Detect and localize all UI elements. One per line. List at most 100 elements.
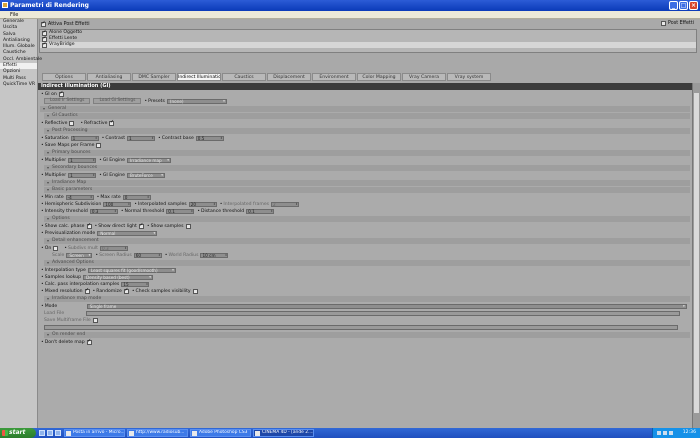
menu-file[interactable]: File (10, 12, 18, 18)
subdivs-mult-field[interactable]: 0.3 ⇕ (99, 245, 128, 251)
sidebar-item-quicktime-vr[interactable]: QuickTime VR (0, 82, 37, 88)
windows-logo-icon (2, 430, 8, 436)
task-button-browser[interactable]: http://www.radiosub... (127, 429, 188, 437)
section-post-processing[interactable]: Post Processing (44, 128, 690, 134)
title-bar[interactable]: Parametri di Rendering _ □ × (0, 0, 700, 11)
mail-icon (66, 431, 71, 436)
post-effects-button[interactable]: Post Effetti (661, 21, 694, 26)
section-secondary-bounces[interactable]: Secondary bounces (44, 165, 690, 171)
task-button-photoshop[interactable]: Adobe Photoshop CS3 (190, 429, 251, 437)
close-button[interactable]: × (689, 1, 698, 10)
tab-color-mapping[interactable]: Color Mapping (357, 73, 401, 81)
show-samples-checkbox[interactable] (185, 223, 191, 229)
saturation-field[interactable]: 1 ⇕ (70, 135, 99, 141)
load-file-field[interactable] (86, 310, 680, 316)
task-button-cinema4d[interactable]: CINEMA 4D - [ande 2.... (253, 429, 314, 437)
tab-vray-system[interactable]: Vray system (447, 73, 491, 81)
tab-indirect-illumination[interactable]: Indirect Illumination (GI) (177, 73, 221, 81)
gi-on-checkbox[interactable] (58, 90, 64, 97)
primary-engine-dropdown[interactable]: Irradiance map ▾ (126, 157, 171, 163)
tray-icon[interactable] (663, 431, 667, 435)
section-on-render-end[interactable]: On render end (44, 332, 690, 338)
randomize-checkbox[interactable] (123, 287, 129, 294)
interp-samples-label: Interpolated samples (138, 201, 187, 207)
tray-icon[interactable] (669, 431, 673, 435)
section-primary-bounces[interactable]: Primary bounces (44, 150, 690, 156)
threshold-row: • Intensity threshold 0.3 ⇕ • Normal thresh… (41, 208, 275, 214)
contrast-base-field[interactable]: 0.5 ⇕ (195, 135, 224, 141)
vertical-scrollbar[interactable] (692, 83, 700, 428)
section-basic-parameters[interactable]: Basic parameters (44, 187, 690, 193)
interp-frames-field[interactable]: 2 ⇕ (271, 201, 300, 207)
section-gi-caustics[interactable]: GI Caustics (44, 113, 690, 119)
primary-multiplier-field[interactable]: 1 ⇕ (68, 157, 97, 163)
app-icon (2, 2, 8, 8)
section-irradiance-mode[interactable]: Irradiance map mode (44, 296, 690, 302)
quicklaunch-icon[interactable] (39, 430, 45, 436)
load-ir-settings-button[interactable]: Load Ir Settings (44, 98, 91, 105)
post-effects-icon (661, 21, 667, 26)
load-gi-settings-button[interactable]: Load Gi Settings (93, 98, 142, 105)
minimize-button[interactable]: _ (669, 1, 678, 10)
hemi-subdiv-field[interactable]: 100 ⇕ (103, 201, 132, 207)
interp-samples-field[interactable]: 20 ⇕ (188, 201, 217, 207)
presets-dropdown[interactable]: (none) ▾ (166, 98, 227, 104)
saturation-label: Saturation (44, 135, 69, 141)
tab-vray-camera[interactable]: Vray Camera (402, 73, 446, 81)
screen-radius-field[interactable]: 60 ⇕ (133, 252, 162, 258)
list-item[interactable]: VrayBridge (40, 41, 696, 48)
tab-caustics[interactable]: Caustics (222, 73, 266, 81)
preview-mode-label: Previsualization mode (44, 230, 96, 236)
start-button[interactable]: start (0, 428, 36, 438)
distance-threshold-field[interactable]: 0.1 ⇕ (246, 208, 275, 214)
reflective-checkbox[interactable] (69, 120, 75, 126)
interp-type-dropdown[interactable]: Least squares fit (good/smooth) ▾ (87, 267, 176, 273)
tab-environment[interactable]: Environment (312, 73, 356, 81)
mixed-res-checkbox[interactable] (84, 287, 90, 294)
active-post-effects[interactable]: Attiva Post Effetti (41, 20, 90, 27)
save-multiframe-checkbox[interactable] (92, 317, 98, 323)
tab-antialiasing[interactable]: Antialiasing (87, 73, 131, 81)
effect-checkbox[interactable] (42, 41, 47, 48)
quicklaunch-icon[interactable] (55, 430, 61, 436)
min-rate-field[interactable]: -4 ⇕ (65, 194, 94, 200)
contrast-field[interactable]: 1 ⇕ (127, 135, 156, 141)
active-post-checkbox[interactable] (41, 20, 46, 27)
tab-options[interactable]: Options (42, 73, 86, 81)
reflective-label: Reflective (44, 120, 68, 126)
max-rate-field[interactable]: 0 ⇕ (122, 194, 151, 200)
section-irradiance-map[interactable]: Irradiance Map (44, 180, 690, 186)
show-direct-checkbox[interactable] (138, 222, 144, 229)
check-visibility-checkbox[interactable] (192, 288, 198, 294)
task-button-mail[interactable]: Posta in arrivo - Micro... (64, 429, 125, 437)
samples-lookup-dropdown[interactable]: Density based (best) ▾ (83, 274, 154, 280)
show-calc-checkbox[interactable] (86, 222, 92, 229)
detail-on-checkbox[interactable] (53, 245, 59, 251)
preview-mode-dropdown[interactable]: Normal ▾ (97, 230, 158, 236)
save-multiframe-field[interactable] (44, 324, 678, 330)
scale-dropdown[interactable]: Screen ▾ (66, 252, 93, 258)
intensity-threshold-field[interactable]: 0.3 ⇕ (89, 208, 118, 214)
world-radius-field[interactable]: 10 cm ⇕ (200, 252, 229, 258)
refractive-checkbox[interactable] (109, 119, 115, 126)
maximize-button[interactable]: □ (679, 1, 688, 10)
save-maps-checkbox[interactable] (96, 142, 102, 148)
quicklaunch-icon[interactable] (47, 430, 53, 436)
mode-dropdown[interactable]: Single frame ▾ (86, 303, 687, 309)
distance-threshold-label: Distance threshold (200, 208, 245, 214)
show-samples-label: Show samples (150, 223, 184, 229)
detail-on-label: On (44, 245, 52, 251)
dont-delete-checkbox[interactable] (86, 338, 92, 345)
section-options[interactable]: Options (44, 216, 690, 222)
secondary-engine-dropdown[interactable]: BruteForce ▾ (126, 172, 165, 178)
section-detail-enhancement[interactable]: Detail enhancement (44, 238, 690, 244)
tray-icon[interactable] (657, 431, 661, 435)
section-general[interactable]: General (40, 106, 690, 112)
secondary-multiplier-field[interactable]: 1 ⇕ (68, 172, 97, 178)
calc-pass-field[interactable]: 15 ⇕ (121, 281, 150, 287)
normal-threshold-field[interactable]: 0.1 ⇕ (166, 208, 195, 214)
tab-displacement[interactable]: Displacement (267, 73, 311, 81)
scrollbar-thumb[interactable] (694, 93, 699, 413)
tab-dmc-sampler[interactable]: DMC Sampler (132, 73, 176, 81)
section-advanced-options[interactable]: Advanced Options (44, 260, 690, 266)
